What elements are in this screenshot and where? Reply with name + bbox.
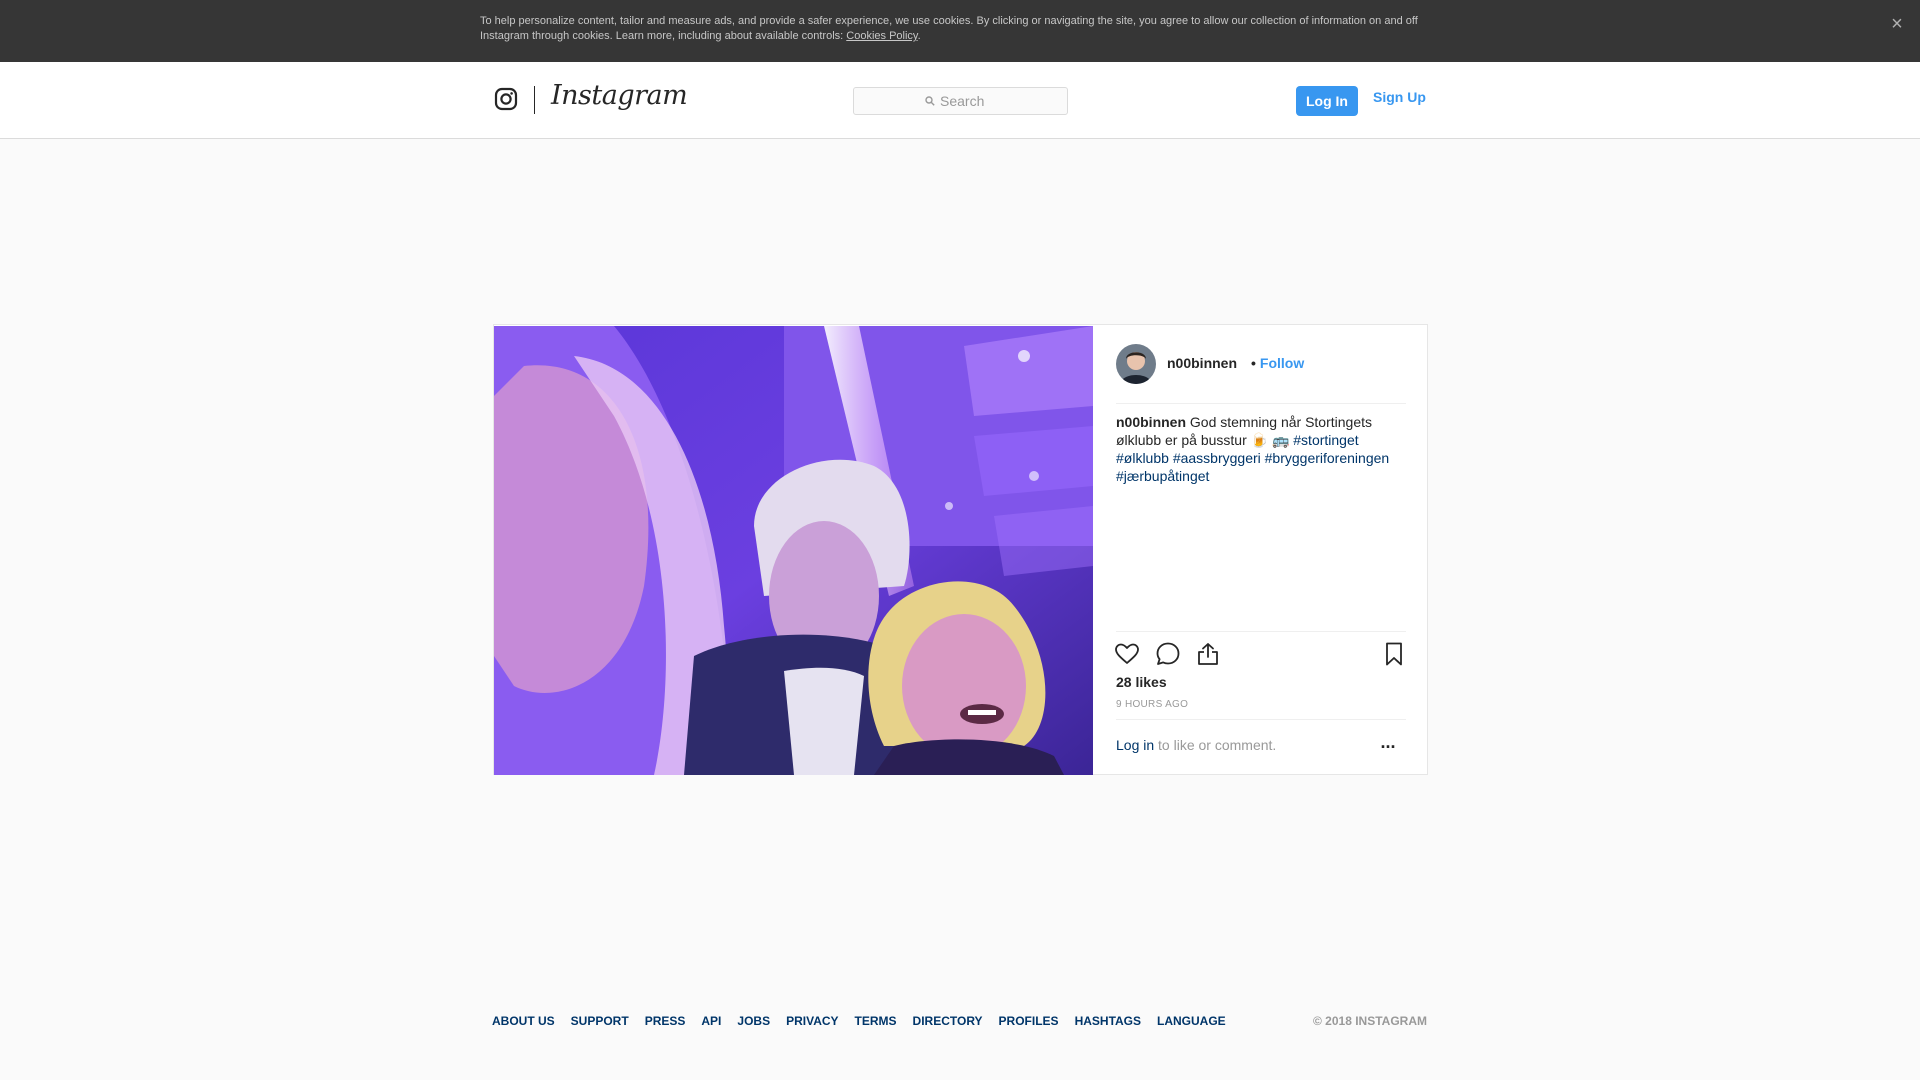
footer-link-directory[interactable]: DIRECTORY	[913, 1014, 983, 1028]
footer-link-press[interactable]: PRESS	[645, 1014, 686, 1028]
login-prompt: Log in to like or comment.	[1116, 737, 1276, 753]
post-image	[494, 326, 1093, 775]
copyright: © 2018 INSTAGRAM	[1313, 1014, 1427, 1028]
footer-link-language[interactable]: LANGUAGE	[1157, 1014, 1226, 1028]
footer-link-hashtags[interactable]: HASHTAGS	[1075, 1014, 1141, 1028]
cookie-end: .	[917, 30, 921, 42]
top-nav: Instagram Search Log In Sign Up	[0, 62, 1920, 139]
post-username[interactable]: n00binnen	[1167, 355, 1237, 371]
post-sidebar: n00binnen • Follow n00binnen God stemning…	[1093, 325, 1428, 775]
footer-link-support[interactable]: SUPPORT	[571, 1014, 629, 1028]
search-input[interactable]: Search	[853, 87, 1068, 115]
avatar[interactable]	[1116, 344, 1156, 384]
caption-username[interactable]: n00binnen	[1116, 414, 1186, 430]
divider	[1116, 631, 1406, 632]
hashtag-link[interactable]: #stortinget	[1293, 432, 1358, 448]
separator-dot: •	[1251, 355, 1256, 371]
hashtag-link[interactable]: #bryggeriforeningen	[1265, 450, 1390, 466]
hashtag-link[interactable]: #aassbryggeri	[1173, 450, 1261, 466]
footer-link-jobs[interactable]: JOBS	[737, 1014, 770, 1028]
cookies-policy-link[interactable]: Cookies Policy	[846, 30, 917, 42]
footer-link-profiles[interactable]: PROFILES	[999, 1014, 1059, 1028]
cookie-message: To help personalize content, tailor and …	[480, 15, 1418, 42]
close-icon[interactable]: ×	[1888, 14, 1906, 34]
hashtag-link[interactable]: #ølklubb	[1116, 450, 1169, 466]
bookmark-icon[interactable]	[1381, 641, 1407, 667]
divider	[1116, 403, 1406, 404]
divider	[1116, 719, 1406, 720]
footer-link-about-us[interactable]: ABOUT US	[492, 1014, 555, 1028]
post-timestamp[interactable]: 9 HOURS AGO	[1116, 699, 1188, 710]
follow-label[interactable]: Follow	[1260, 355, 1304, 371]
signup-link[interactable]: Sign Up	[1373, 89, 1426, 105]
footer-link-api[interactable]: API	[701, 1014, 721, 1028]
post-caption: n00binnen God stemning når Stortingets ø…	[1116, 413, 1406, 485]
hashtag-link[interactable]: #jærbupåtinget	[1116, 468, 1209, 484]
instagram-glyph-icon[interactable]	[494, 87, 518, 111]
heart-icon[interactable]	[1114, 641, 1140, 667]
more-options-button[interactable]: ...	[1376, 733, 1400, 756]
search-placeholder: Search	[940, 93, 985, 109]
instagram-wordmark[interactable]: Instagram	[551, 80, 688, 111]
search-icon	[925, 96, 935, 106]
post-card: n00binnen • Follow n00binnen God stemning…	[493, 324, 1428, 775]
footer-link-terms[interactable]: TERMS	[855, 1014, 897, 1028]
comment-icon[interactable]	[1155, 641, 1181, 667]
cookie-text: To help personalize content, tailor and …	[480, 14, 1440, 44]
post-photo[interactable]	[494, 326, 1093, 775]
footer-link-privacy[interactable]: PRIVACY	[786, 1014, 838, 1028]
share-icon[interactable]	[1195, 641, 1221, 667]
login-link[interactable]: Log in	[1116, 737, 1154, 753]
nav-divider	[534, 86, 535, 114]
avatar-image	[1116, 344, 1156, 384]
follow-button[interactable]: • Follow	[1251, 355, 1304, 371]
login-button[interactable]: Log In	[1296, 86, 1358, 116]
likes-count[interactable]: 28 likes	[1116, 674, 1167, 690]
footer-nav: ABOUT US SUPPORT PRESS API JOBS PRIVACY …	[492, 1014, 1242, 1028]
cookie-banner: To help personalize content, tailor and …	[0, 0, 1920, 62]
login-suffix: to like or comment.	[1154, 737, 1277, 753]
